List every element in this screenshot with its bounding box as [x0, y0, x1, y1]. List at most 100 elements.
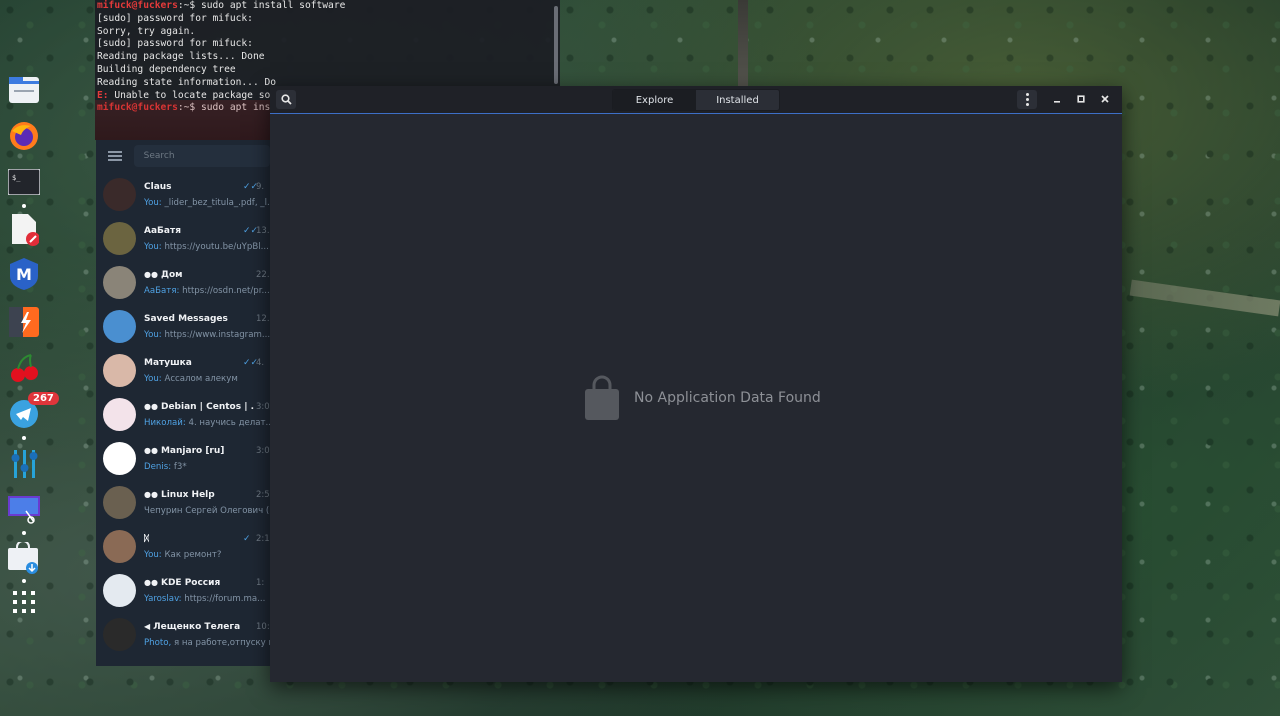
chat-preview-sender: Photo, — [144, 638, 172, 648]
chat-preview-text: https://osdn.net/pr... — [179, 286, 270, 296]
terminal-line: [sudo] password for mifuck: — [97, 38, 253, 50]
cherry-icon — [9, 353, 39, 387]
empty-state-message: No Application Data Found — [634, 390, 821, 406]
chat-preview-sender: You: — [144, 550, 162, 560]
telegram-header: Search — [96, 140, 270, 172]
dock-firefox-launcher[interactable] — [8, 122, 40, 154]
chat-list-item[interactable]: ●● Дом 22. АаБатя: https://osdn.net/pr... — [96, 260, 270, 304]
group-icon: ●● — [144, 446, 158, 455]
chat-name: ●● Дом — [144, 270, 183, 280]
chat-time: 2:5 — [256, 490, 270, 500]
group-icon: ●● — [144, 270, 158, 279]
minimize-button[interactable] — [1049, 91, 1065, 107]
sublime-icon — [9, 307, 39, 341]
chat-preview-text: Чепурин Сергей Олегович ( — [144, 506, 270, 516]
chat-preview-text: Как ремонт? — [161, 550, 222, 560]
firefox-icon — [9, 121, 39, 155]
chat-preview: You: https://youtu.be/uYpBl... — [144, 242, 269, 252]
dock-malwarebytes-launcher[interactable]: M — [8, 258, 40, 292]
dock-cherry-launcher[interactable] — [8, 354, 40, 386]
chat-name: АаБатя — [144, 226, 181, 236]
search-icon — [280, 94, 292, 105]
chat-list-item[interactable]: ◀Лещенко Телега 10:4 Photo, я на работе,от… — [96, 612, 270, 656]
chat-avatar — [103, 530, 136, 563]
chat-list-item[interactable]: ●● Linux Help 2:5 Чепурин Сергей Олегович ( — [96, 480, 270, 524]
chat-list-item[interactable]: Матушка ✓✓ 4. You: Ассалом алекум — [96, 348, 270, 392]
terminal-prompt-user: mifuck@fuckers — [97, 0, 178, 11]
chat-list-item[interactable]: Saved Messages 12. You: https://www.instag… — [96, 304, 270, 348]
chat-preview-text: 4. научись делат... — [185, 418, 270, 428]
chat-list-item[interactable]: ●● Manjaro [ru] 3:0 Denis: f3* — [96, 436, 270, 480]
chat-name: Claus — [144, 182, 172, 192]
chat-preview: Yaroslav: https://forum.ma... — [144, 594, 265, 604]
dock-sublime-launcher[interactable] — [8, 307, 40, 341]
chat-name: ●● Manjaro [ru] — [144, 446, 224, 456]
chat-list: Claus ✓✓ 9. You: _lider_bez_titula_.pdf, _l… — [96, 172, 270, 656]
maximize-icon — [1077, 95, 1085, 103]
chat-preview: You: Как ремонт? — [144, 550, 221, 560]
wallpaper-road — [738, 0, 748, 90]
svg-text:M: M — [16, 265, 32, 284]
chat-preview: Denis: f3* — [144, 462, 187, 472]
chat-title: KDE Россия — [160, 578, 221, 588]
chat-time: 2:1 — [256, 534, 270, 544]
chat-preview-text: я на работе,отпуску г — [171, 638, 270, 648]
chat-preview-sender: АаБатя: — [144, 286, 180, 296]
chat-avatar — [103, 222, 136, 255]
close-icon — [1101, 95, 1109, 103]
dock-text-editor-launcher[interactable] — [8, 214, 40, 248]
chat-title: Claus — [144, 182, 172, 192]
chat-list-item[interactable]: Claus ✓✓ 9. You: _lider_bez_titula_.pdf, _l… — [96, 172, 270, 216]
running-indicator — [22, 531, 26, 535]
view-switcher: Explore Installed — [612, 89, 780, 111]
minimize-icon — [1054, 101, 1060, 103]
dock-mixer-launcher[interactable] — [8, 450, 40, 482]
chat-title: Лещенко Телега — [153, 622, 241, 632]
svg-text:$_: $_ — [12, 174, 21, 182]
chat-name: ●● Debian | Centos | ... — [144, 402, 254, 412]
terminal-scrollbar[interactable] — [554, 6, 558, 84]
close-button[interactable] — [1097, 91, 1113, 107]
running-indicator — [22, 204, 26, 208]
telegram-search-input[interactable]: Search — [133, 145, 270, 167]
chat-preview: You: _lider_bez_titula_.pdf, _l. — [144, 198, 270, 208]
chat-preview-sender: You: — [144, 374, 162, 384]
software-center-icon — [8, 540, 40, 578]
chat-preview-sender: Николай: — [144, 418, 186, 428]
chat-avatar — [103, 310, 136, 343]
chat-preview-text: f3* — [171, 462, 187, 472]
unread-count-badge: 267 — [28, 392, 59, 405]
hamburger-menu-icon[interactable] — [108, 151, 122, 161]
chat-preview: Photo, я на работе,отпуску г — [144, 638, 270, 648]
terminal-line: Sorry, try again. — [97, 25, 196, 37]
chat-list-item[interactable]: ᛞ ✓ 2:1 You: Как ремонт? — [96, 524, 270, 568]
chat-list-item[interactable]: ●● Debian | Centos | ... 3:0 Николай: 4. на… — [96, 392, 270, 436]
dock-screenshot-tool-launcher[interactable] — [8, 496, 40, 528]
terminal-line: Building dependency tree — [97, 63, 236, 75]
dock-terminal-launcher[interactable]: $_ — [7, 168, 41, 200]
files-icon — [9, 77, 39, 107]
dock-telegram-launcher[interactable]: 267 — [8, 392, 59, 432]
chat-preview: You: Ассалом алекум — [144, 374, 238, 384]
kebab-menu-button[interactable] — [1017, 90, 1037, 109]
search-button[interactable] — [276, 90, 296, 109]
tab-installed[interactable]: Installed — [696, 90, 779, 110]
dock-software-center-launcher[interactable] — [8, 540, 40, 578]
dock-files-launcher[interactable] — [8, 76, 40, 108]
chat-preview-text: https://forum.ma... — [181, 594, 266, 604]
chat-preview: АаБатя: https://osdn.net/pr... — [144, 286, 270, 296]
chat-title: Debian | Centos | ... — [160, 402, 254, 412]
chat-avatar — [103, 354, 136, 387]
maximize-button[interactable] — [1073, 91, 1089, 107]
chat-title: Матушка — [144, 358, 192, 368]
tab-explore[interactable]: Explore — [613, 90, 696, 110]
chat-preview-text: _lider_bez_titula_.pdf, _l. — [161, 198, 270, 208]
chat-list-item[interactable]: АаБатя ✓✓ 13. You: https://youtu.be/uYpBl..… — [96, 216, 270, 260]
telegram-window[interactable]: Search Claus ✓✓ 9. You: _lider_bez_titula_.… — [96, 140, 270, 666]
dock-app-grid-launcher[interactable] — [8, 588, 40, 620]
chat-list-item[interactable]: ●● KDE Россия 1: Yaroslav: https://forum.ma… — [96, 568, 270, 612]
chat-preview: Николай: 4. научись делат... — [144, 418, 270, 428]
chat-time: 3:0 — [256, 402, 270, 412]
group-icon: ●● — [144, 402, 158, 411]
chat-avatar — [103, 266, 136, 299]
